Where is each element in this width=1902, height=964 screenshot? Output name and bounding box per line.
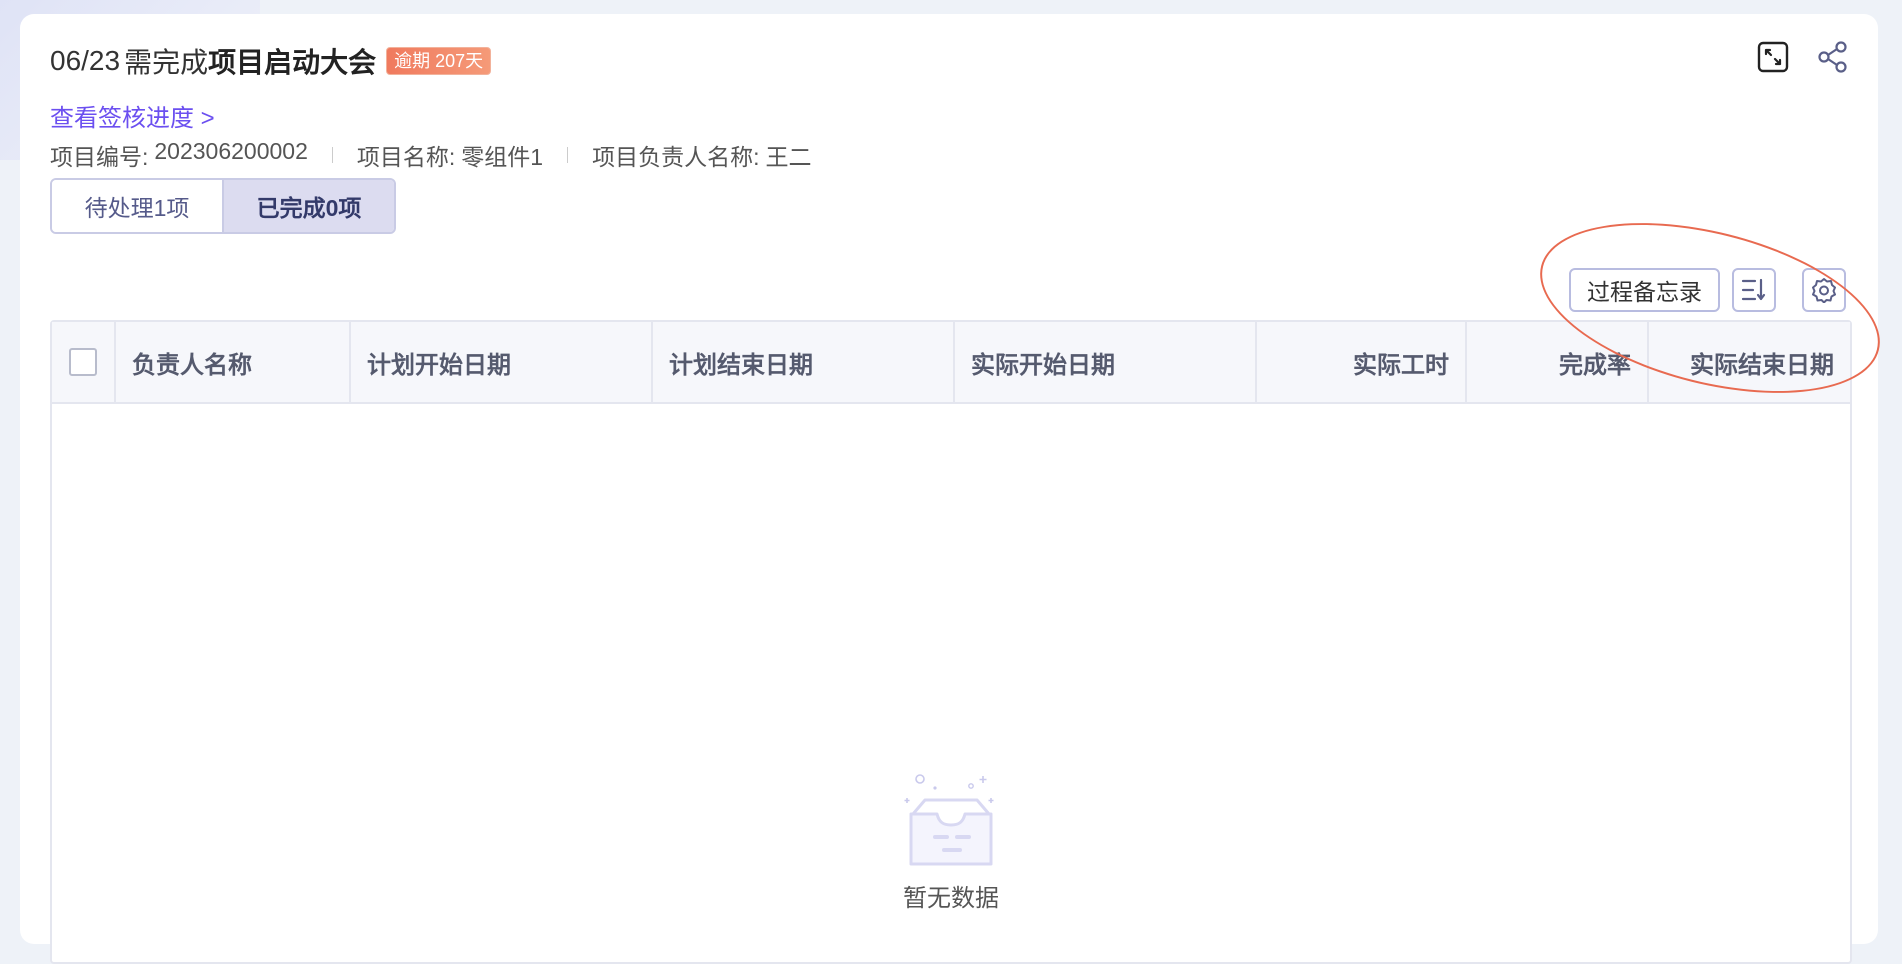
- meta-value: 王二: [765, 144, 812, 170]
- empty-state: 暂无数据: [52, 772, 1850, 913]
- meta-divider: [331, 147, 333, 163]
- meta-project-number: 项目编号: 202306200002: [50, 138, 308, 172]
- column-header[interactable]: 负责人名称: [116, 322, 351, 402]
- meta-divider: [567, 147, 569, 163]
- task-table: 负责人名称 计划开始日期 计划结束日期 实际开始日期 实际工时 完成率 实际结束…: [50, 320, 1852, 964]
- task-need-label: 需完成: [124, 47, 209, 78]
- meta-label: 项目负责人名称:: [592, 144, 760, 170]
- gear-icon[interactable]: [1802, 268, 1846, 312]
- table-header: 负责人名称 计划开始日期 计划结束日期 实际开始日期 实际工时 完成率 实际结束…: [52, 322, 1850, 404]
- column-header[interactable]: 完成率: [1467, 322, 1649, 402]
- process-memo-button[interactable]: 过程备忘录: [1569, 268, 1720, 312]
- empty-inbox-icon: [904, 774, 994, 866]
- header-actions: [1756, 40, 1850, 74]
- project-meta: 项目编号: 202306200002 项目名称: 零组件1 项目负责人名称: 王…: [50, 138, 811, 172]
- sort-icon[interactable]: [1732, 268, 1776, 312]
- column-header[interactable]: 计划结束日期: [653, 322, 955, 402]
- task-title-row: 06/23 需完成 项目启动大会 逾期 207天: [50, 44, 492, 78]
- empty-text: 暂无数据: [903, 885, 999, 912]
- share-icon[interactable]: [1816, 40, 1850, 74]
- table-toolbar: 过程备忘录: [1569, 268, 1846, 312]
- view-approval-progress-link[interactable]: 查看签核进度 >: [50, 98, 215, 133]
- tab-completed[interactable]: 已完成0项: [224, 180, 394, 232]
- column-header[interactable]: 实际开始日期: [955, 322, 1257, 402]
- select-all-checkbox[interactable]: [69, 348, 97, 376]
- tab-pending[interactable]: 待处理1项: [52, 180, 224, 232]
- fullscreen-icon[interactable]: [1756, 40, 1790, 74]
- meta-label: 项目编号:: [50, 144, 149, 170]
- column-header[interactable]: 实际工时: [1257, 322, 1467, 402]
- task-detail-card: 06/23 需完成 项目启动大会 逾期 207天 查看签核进度 > 项目编号: …: [20, 14, 1878, 964]
- status-tabs: 待处理1项 已完成0项: [50, 178, 396, 234]
- header-checkbox-cell: [52, 322, 116, 402]
- column-header[interactable]: 实际结束日期: [1649, 322, 1850, 402]
- task-name: 项目启动大会: [208, 47, 377, 78]
- meta-value: 202306200002: [154, 138, 308, 164]
- meta-value: 零组件1: [461, 144, 544, 170]
- column-header[interactable]: 计划开始日期: [351, 322, 653, 402]
- task-date: 06/23: [50, 45, 121, 76]
- overdue-badge: 逾期 207天: [386, 47, 492, 75]
- meta-project-owner: 项目负责人名称: 王二: [592, 138, 811, 172]
- meta-project-name: 项目名称: 零组件1: [357, 138, 543, 172]
- meta-label: 项目名称:: [356, 144, 456, 170]
